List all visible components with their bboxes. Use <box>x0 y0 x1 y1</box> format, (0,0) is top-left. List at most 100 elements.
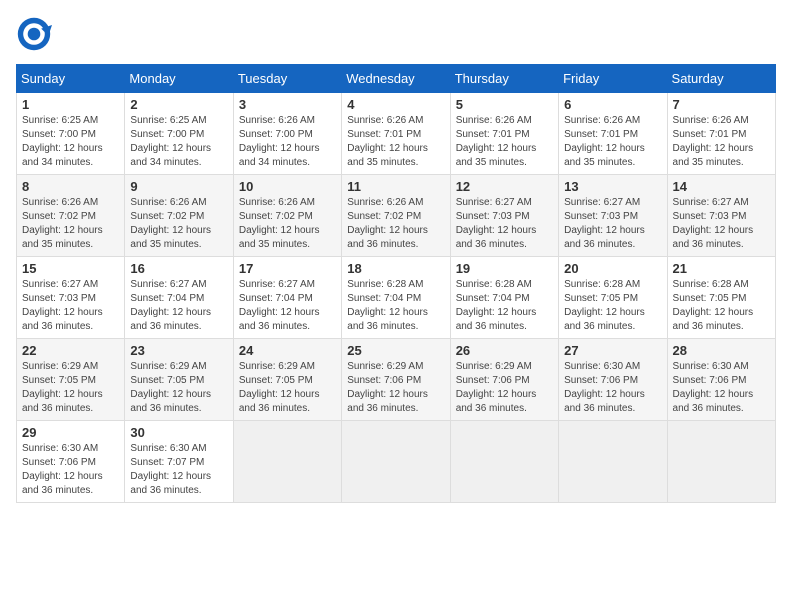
day-info: Sunrise: 6:26 AM Sunset: 7:01 PM Dayligh… <box>564 114 661 170</box>
calendar-week-3: 22 Sunrise: 6:29 AM Sunset: 7:05 PM Dayl… <box>17 339 776 421</box>
day-number: 25 <box>347 343 444 358</box>
day-number: 29 <box>22 425 119 440</box>
day-info: Sunrise: 6:29 AM Sunset: 7:06 PM Dayligh… <box>347 360 444 416</box>
day-number: 5 <box>456 97 553 112</box>
calendar-day-28: 28 Sunrise: 6:30 AM Sunset: 7:06 PM Dayl… <box>667 339 775 421</box>
day-number: 2 <box>130 97 227 112</box>
day-info: Sunrise: 6:30 AM Sunset: 7:06 PM Dayligh… <box>673 360 770 416</box>
calendar-day-19: 19 Sunrise: 6:28 AM Sunset: 7:04 PM Dayl… <box>450 257 558 339</box>
day-info: Sunrise: 6:30 AM Sunset: 7:06 PM Dayligh… <box>22 442 119 498</box>
day-info: Sunrise: 6:28 AM Sunset: 7:05 PM Dayligh… <box>564 278 661 334</box>
header-day-wednesday: Wednesday <box>342 65 450 93</box>
day-number: 26 <box>456 343 553 358</box>
calendar-day-24: 24 Sunrise: 6:29 AM Sunset: 7:05 PM Dayl… <box>233 339 341 421</box>
calendar-header: SundayMondayTuesdayWednesdayThursdayFrid… <box>17 65 776 93</box>
day-number: 3 <box>239 97 336 112</box>
day-info: Sunrise: 6:29 AM Sunset: 7:05 PM Dayligh… <box>130 360 227 416</box>
day-number: 19 <box>456 261 553 276</box>
header-day-tuesday: Tuesday <box>233 65 341 93</box>
day-number: 9 <box>130 179 227 194</box>
day-number: 27 <box>564 343 661 358</box>
day-info: Sunrise: 6:27 AM Sunset: 7:03 PM Dayligh… <box>22 278 119 334</box>
day-number: 4 <box>347 97 444 112</box>
calendar-day-11: 11 Sunrise: 6:26 AM Sunset: 7:02 PM Dayl… <box>342 175 450 257</box>
calendar-day-17: 17 Sunrise: 6:27 AM Sunset: 7:04 PM Dayl… <box>233 257 341 339</box>
calendar-day-1: 1 Sunrise: 6:25 AM Sunset: 7:00 PM Dayli… <box>17 93 125 175</box>
day-number: 6 <box>564 97 661 112</box>
day-info: Sunrise: 6:27 AM Sunset: 7:04 PM Dayligh… <box>130 278 227 334</box>
logo <box>16 16 58 52</box>
header-day-friday: Friday <box>559 65 667 93</box>
empty-cell <box>667 421 775 503</box>
day-info: Sunrise: 6:28 AM Sunset: 7:04 PM Dayligh… <box>456 278 553 334</box>
day-info: Sunrise: 6:26 AM Sunset: 7:01 PM Dayligh… <box>673 114 770 170</box>
calendar-day-4: 4 Sunrise: 6:26 AM Sunset: 7:01 PM Dayli… <box>342 93 450 175</box>
empty-cell <box>342 421 450 503</box>
day-number: 21 <box>673 261 770 276</box>
day-number: 24 <box>239 343 336 358</box>
day-number: 18 <box>347 261 444 276</box>
day-number: 23 <box>130 343 227 358</box>
calendar-week-2: 15 Sunrise: 6:27 AM Sunset: 7:03 PM Dayl… <box>17 257 776 339</box>
day-info: Sunrise: 6:25 AM Sunset: 7:00 PM Dayligh… <box>130 114 227 170</box>
empty-cell <box>450 421 558 503</box>
day-number: 13 <box>564 179 661 194</box>
calendar-day-9: 9 Sunrise: 6:26 AM Sunset: 7:02 PM Dayli… <box>125 175 233 257</box>
day-info: Sunrise: 6:30 AM Sunset: 7:07 PM Dayligh… <box>130 442 227 498</box>
day-info: Sunrise: 6:29 AM Sunset: 7:05 PM Dayligh… <box>239 360 336 416</box>
day-info: Sunrise: 6:26 AM Sunset: 7:02 PM Dayligh… <box>22 196 119 252</box>
header-row: SundayMondayTuesdayWednesdayThursdayFrid… <box>17 65 776 93</box>
day-number: 17 <box>239 261 336 276</box>
header-day-sunday: Sunday <box>17 65 125 93</box>
day-number: 7 <box>673 97 770 112</box>
logo-icon <box>16 16 52 52</box>
empty-cell <box>233 421 341 503</box>
day-number: 16 <box>130 261 227 276</box>
day-number: 1 <box>22 97 119 112</box>
calendar-day-20: 20 Sunrise: 6:28 AM Sunset: 7:05 PM Dayl… <box>559 257 667 339</box>
day-info: Sunrise: 6:30 AM Sunset: 7:06 PM Dayligh… <box>564 360 661 416</box>
calendar-day-30: 30 Sunrise: 6:30 AM Sunset: 7:07 PM Dayl… <box>125 421 233 503</box>
calendar-day-15: 15 Sunrise: 6:27 AM Sunset: 7:03 PM Dayl… <box>17 257 125 339</box>
calendar-day-14: 14 Sunrise: 6:27 AM Sunset: 7:03 PM Dayl… <box>667 175 775 257</box>
day-info: Sunrise: 6:27 AM Sunset: 7:03 PM Dayligh… <box>564 196 661 252</box>
day-number: 30 <box>130 425 227 440</box>
day-info: Sunrise: 6:28 AM Sunset: 7:04 PM Dayligh… <box>347 278 444 334</box>
day-info: Sunrise: 6:26 AM Sunset: 7:01 PM Dayligh… <box>347 114 444 170</box>
day-info: Sunrise: 6:27 AM Sunset: 7:03 PM Dayligh… <box>456 196 553 252</box>
day-info: Sunrise: 6:26 AM Sunset: 7:02 PM Dayligh… <box>239 196 336 252</box>
calendar-week-4: 29 Sunrise: 6:30 AM Sunset: 7:06 PM Dayl… <box>17 421 776 503</box>
day-number: 12 <box>456 179 553 194</box>
calendar-day-5: 5 Sunrise: 6:26 AM Sunset: 7:01 PM Dayli… <box>450 93 558 175</box>
calendar-day-23: 23 Sunrise: 6:29 AM Sunset: 7:05 PM Dayl… <box>125 339 233 421</box>
calendar-day-12: 12 Sunrise: 6:27 AM Sunset: 7:03 PM Dayl… <box>450 175 558 257</box>
day-info: Sunrise: 6:26 AM Sunset: 7:02 PM Dayligh… <box>130 196 227 252</box>
calendar-day-26: 26 Sunrise: 6:29 AM Sunset: 7:06 PM Dayl… <box>450 339 558 421</box>
calendar-day-21: 21 Sunrise: 6:28 AM Sunset: 7:05 PM Dayl… <box>667 257 775 339</box>
calendar-week-0: 1 Sunrise: 6:25 AM Sunset: 7:00 PM Dayli… <box>17 93 776 175</box>
calendar-day-8: 8 Sunrise: 6:26 AM Sunset: 7:02 PM Dayli… <box>17 175 125 257</box>
page-header <box>16 16 776 52</box>
calendar-day-7: 7 Sunrise: 6:26 AM Sunset: 7:01 PM Dayli… <box>667 93 775 175</box>
calendar-day-6: 6 Sunrise: 6:26 AM Sunset: 7:01 PM Dayli… <box>559 93 667 175</box>
day-number: 11 <box>347 179 444 194</box>
calendar-day-2: 2 Sunrise: 6:25 AM Sunset: 7:00 PM Dayli… <box>125 93 233 175</box>
day-info: Sunrise: 6:29 AM Sunset: 7:05 PM Dayligh… <box>22 360 119 416</box>
calendar-day-18: 18 Sunrise: 6:28 AM Sunset: 7:04 PM Dayl… <box>342 257 450 339</box>
day-info: Sunrise: 6:26 AM Sunset: 7:00 PM Dayligh… <box>239 114 336 170</box>
calendar-day-27: 27 Sunrise: 6:30 AM Sunset: 7:06 PM Dayl… <box>559 339 667 421</box>
calendar-day-22: 22 Sunrise: 6:29 AM Sunset: 7:05 PM Dayl… <box>17 339 125 421</box>
day-number: 22 <box>22 343 119 358</box>
day-info: Sunrise: 6:27 AM Sunset: 7:03 PM Dayligh… <box>673 196 770 252</box>
day-number: 10 <box>239 179 336 194</box>
calendar-day-25: 25 Sunrise: 6:29 AM Sunset: 7:06 PM Dayl… <box>342 339 450 421</box>
day-info: Sunrise: 6:26 AM Sunset: 7:01 PM Dayligh… <box>456 114 553 170</box>
day-number: 28 <box>673 343 770 358</box>
calendar-day-29: 29 Sunrise: 6:30 AM Sunset: 7:06 PM Dayl… <box>17 421 125 503</box>
header-day-thursday: Thursday <box>450 65 558 93</box>
calendar-day-10: 10 Sunrise: 6:26 AM Sunset: 7:02 PM Dayl… <box>233 175 341 257</box>
empty-cell <box>559 421 667 503</box>
calendar-week-1: 8 Sunrise: 6:26 AM Sunset: 7:02 PM Dayli… <box>17 175 776 257</box>
day-number: 20 <box>564 261 661 276</box>
calendar-day-16: 16 Sunrise: 6:27 AM Sunset: 7:04 PM Dayl… <box>125 257 233 339</box>
